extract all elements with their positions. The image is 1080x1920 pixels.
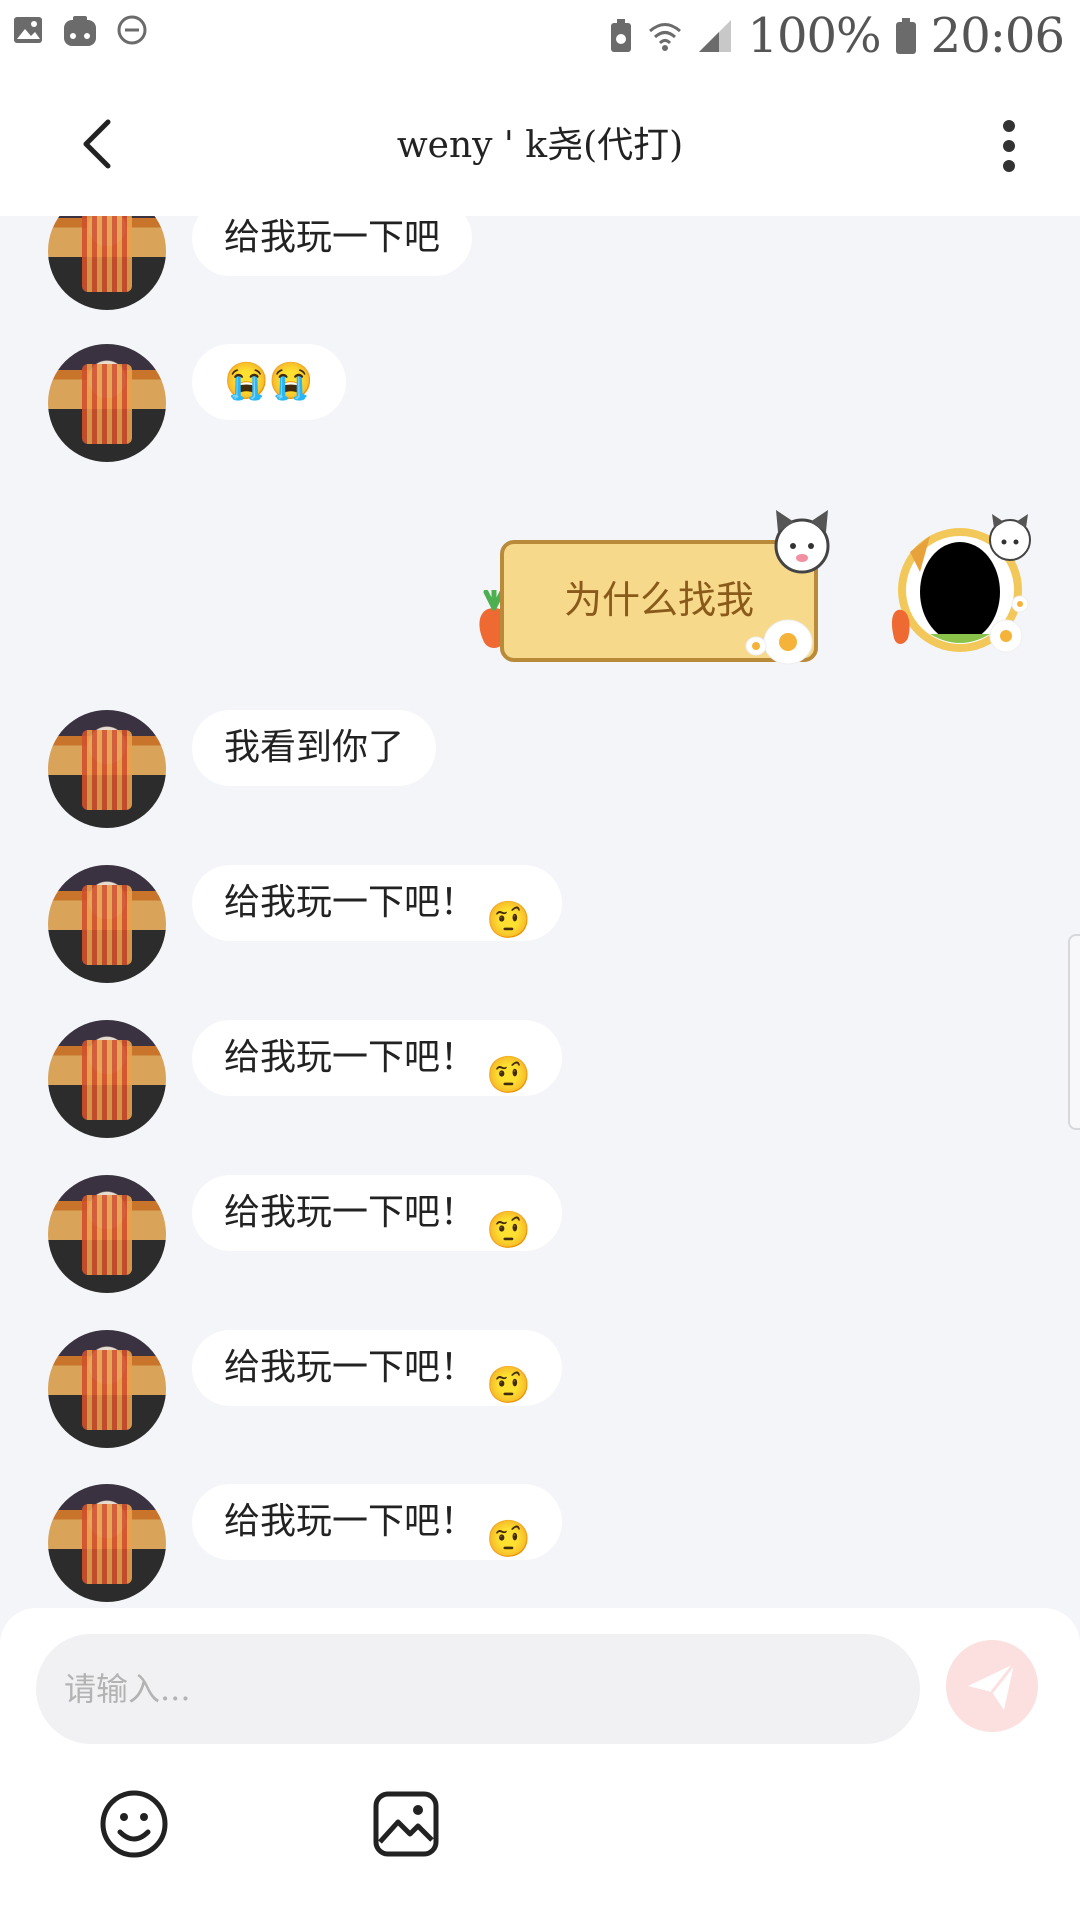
message-item: 😭😭	[0, 344, 1080, 474]
avatar[interactable]	[48, 710, 166, 828]
scrollbar[interactable]	[1068, 934, 1080, 1130]
chat-header: weny ' k尧(代打)	[0, 72, 1080, 216]
avatar[interactable]	[48, 1020, 166, 1138]
battery-icon	[895, 18, 916, 54]
status-bar: 100% 20:06	[0, 0, 1080, 72]
chat-messages[interactable]: 给我玩一下吧 😭😭 为什么找我 我看到你了 给我玩一下吧！ 🤨 给我玩一下吧！ …	[0, 216, 1080, 1608]
battery-percent: 100%	[747, 8, 881, 64]
message-bubble[interactable]: 给我玩一下吧！ 🤨	[192, 1020, 563, 1096]
avatar[interactable]	[48, 865, 166, 983]
egg-icon	[745, 619, 813, 665]
clock: 20:06	[930, 8, 1065, 64]
message-item: 给我玩一下吧！ 🤨	[0, 1484, 1080, 1608]
message-item: 我看到你了	[0, 710, 1080, 840]
send-button[interactable]	[946, 1640, 1038, 1732]
message-input[interactable]	[36, 1634, 920, 1744]
message-item: 给我玩一下吧	[0, 216, 1080, 310]
raised-eyebrow-emoji: 🤨	[486, 1210, 531, 1251]
raised-eyebrow-emoji: 🤨	[486, 1365, 531, 1406]
message-item: 给我玩一下吧！ 🤨	[0, 1330, 1080, 1460]
message-bubble[interactable]: 给我玩一下吧！ 🤨	[192, 1330, 563, 1406]
my-avatar[interactable]	[890, 512, 1040, 662]
avatar[interactable]	[48, 216, 166, 310]
image-icon[interactable]	[370, 1788, 442, 1860]
message-item: 给我玩一下吧！ 🤨	[0, 865, 1080, 995]
composer	[0, 1608, 1080, 1920]
battery-saver-icon	[611, 19, 632, 52]
image-icon	[14, 17, 42, 43]
message-bubble[interactable]: 给我玩一下吧	[192, 216, 473, 276]
raised-eyebrow-emoji: 🤨	[486, 900, 531, 941]
message-text: 给我玩一下吧	[224, 217, 441, 258]
message-text: 给我玩一下吧！	[224, 1192, 477, 1233]
cat-icon	[774, 510, 830, 574]
message-bubble[interactable]: 给我玩一下吧！ 🤨	[192, 1484, 563, 1560]
more-vertical-icon[interactable]	[994, 116, 1024, 176]
message-bubble[interactable]: 给我玩一下吧！ 🤨	[192, 865, 563, 941]
signal-icon	[699, 20, 732, 52]
raised-eyebrow-emoji: 🤨	[486, 1519, 531, 1560]
avatar[interactable]	[48, 1484, 166, 1602]
message-bubble[interactable]: 我看到你了	[192, 710, 437, 786]
raised-eyebrow-emoji: 🤨	[486, 1055, 531, 1096]
send-icon	[968, 1663, 1016, 1710]
message-text: 给我玩一下吧！	[224, 1501, 477, 1542]
message-text: 给我玩一下吧！	[224, 1037, 477, 1078]
message-item: 给我玩一下吧！ 🤨	[0, 1175, 1080, 1305]
message-item-sent: 为什么找我	[470, 506, 1050, 686]
game-controller-icon	[64, 16, 96, 46]
avatar[interactable]	[48, 1330, 166, 1448]
message-bubble[interactable]: 给我玩一下吧！ 🤨	[192, 1175, 563, 1251]
chat-title: weny ' k尧(代打)	[396, 125, 684, 166]
emoji-icon[interactable]	[98, 1788, 170, 1860]
message-text: 给我玩一下吧！	[224, 882, 477, 923]
message-text: 😭😭	[224, 361, 314, 402]
message-item: 给我玩一下吧！ 🤨	[0, 1020, 1080, 1150]
avatar[interactable]	[48, 344, 166, 462]
sticker-text: 为什么找我	[563, 578, 754, 622]
message-text: 给我玩一下吧！	[224, 1347, 477, 1388]
wifi-icon	[649, 23, 682, 51]
message-bubble[interactable]: 😭😭	[192, 344, 346, 420]
message-text: 我看到你了	[224, 727, 405, 768]
avatar[interactable]	[48, 1175, 166, 1293]
do-not-disturb-icon	[117, 15, 147, 45]
